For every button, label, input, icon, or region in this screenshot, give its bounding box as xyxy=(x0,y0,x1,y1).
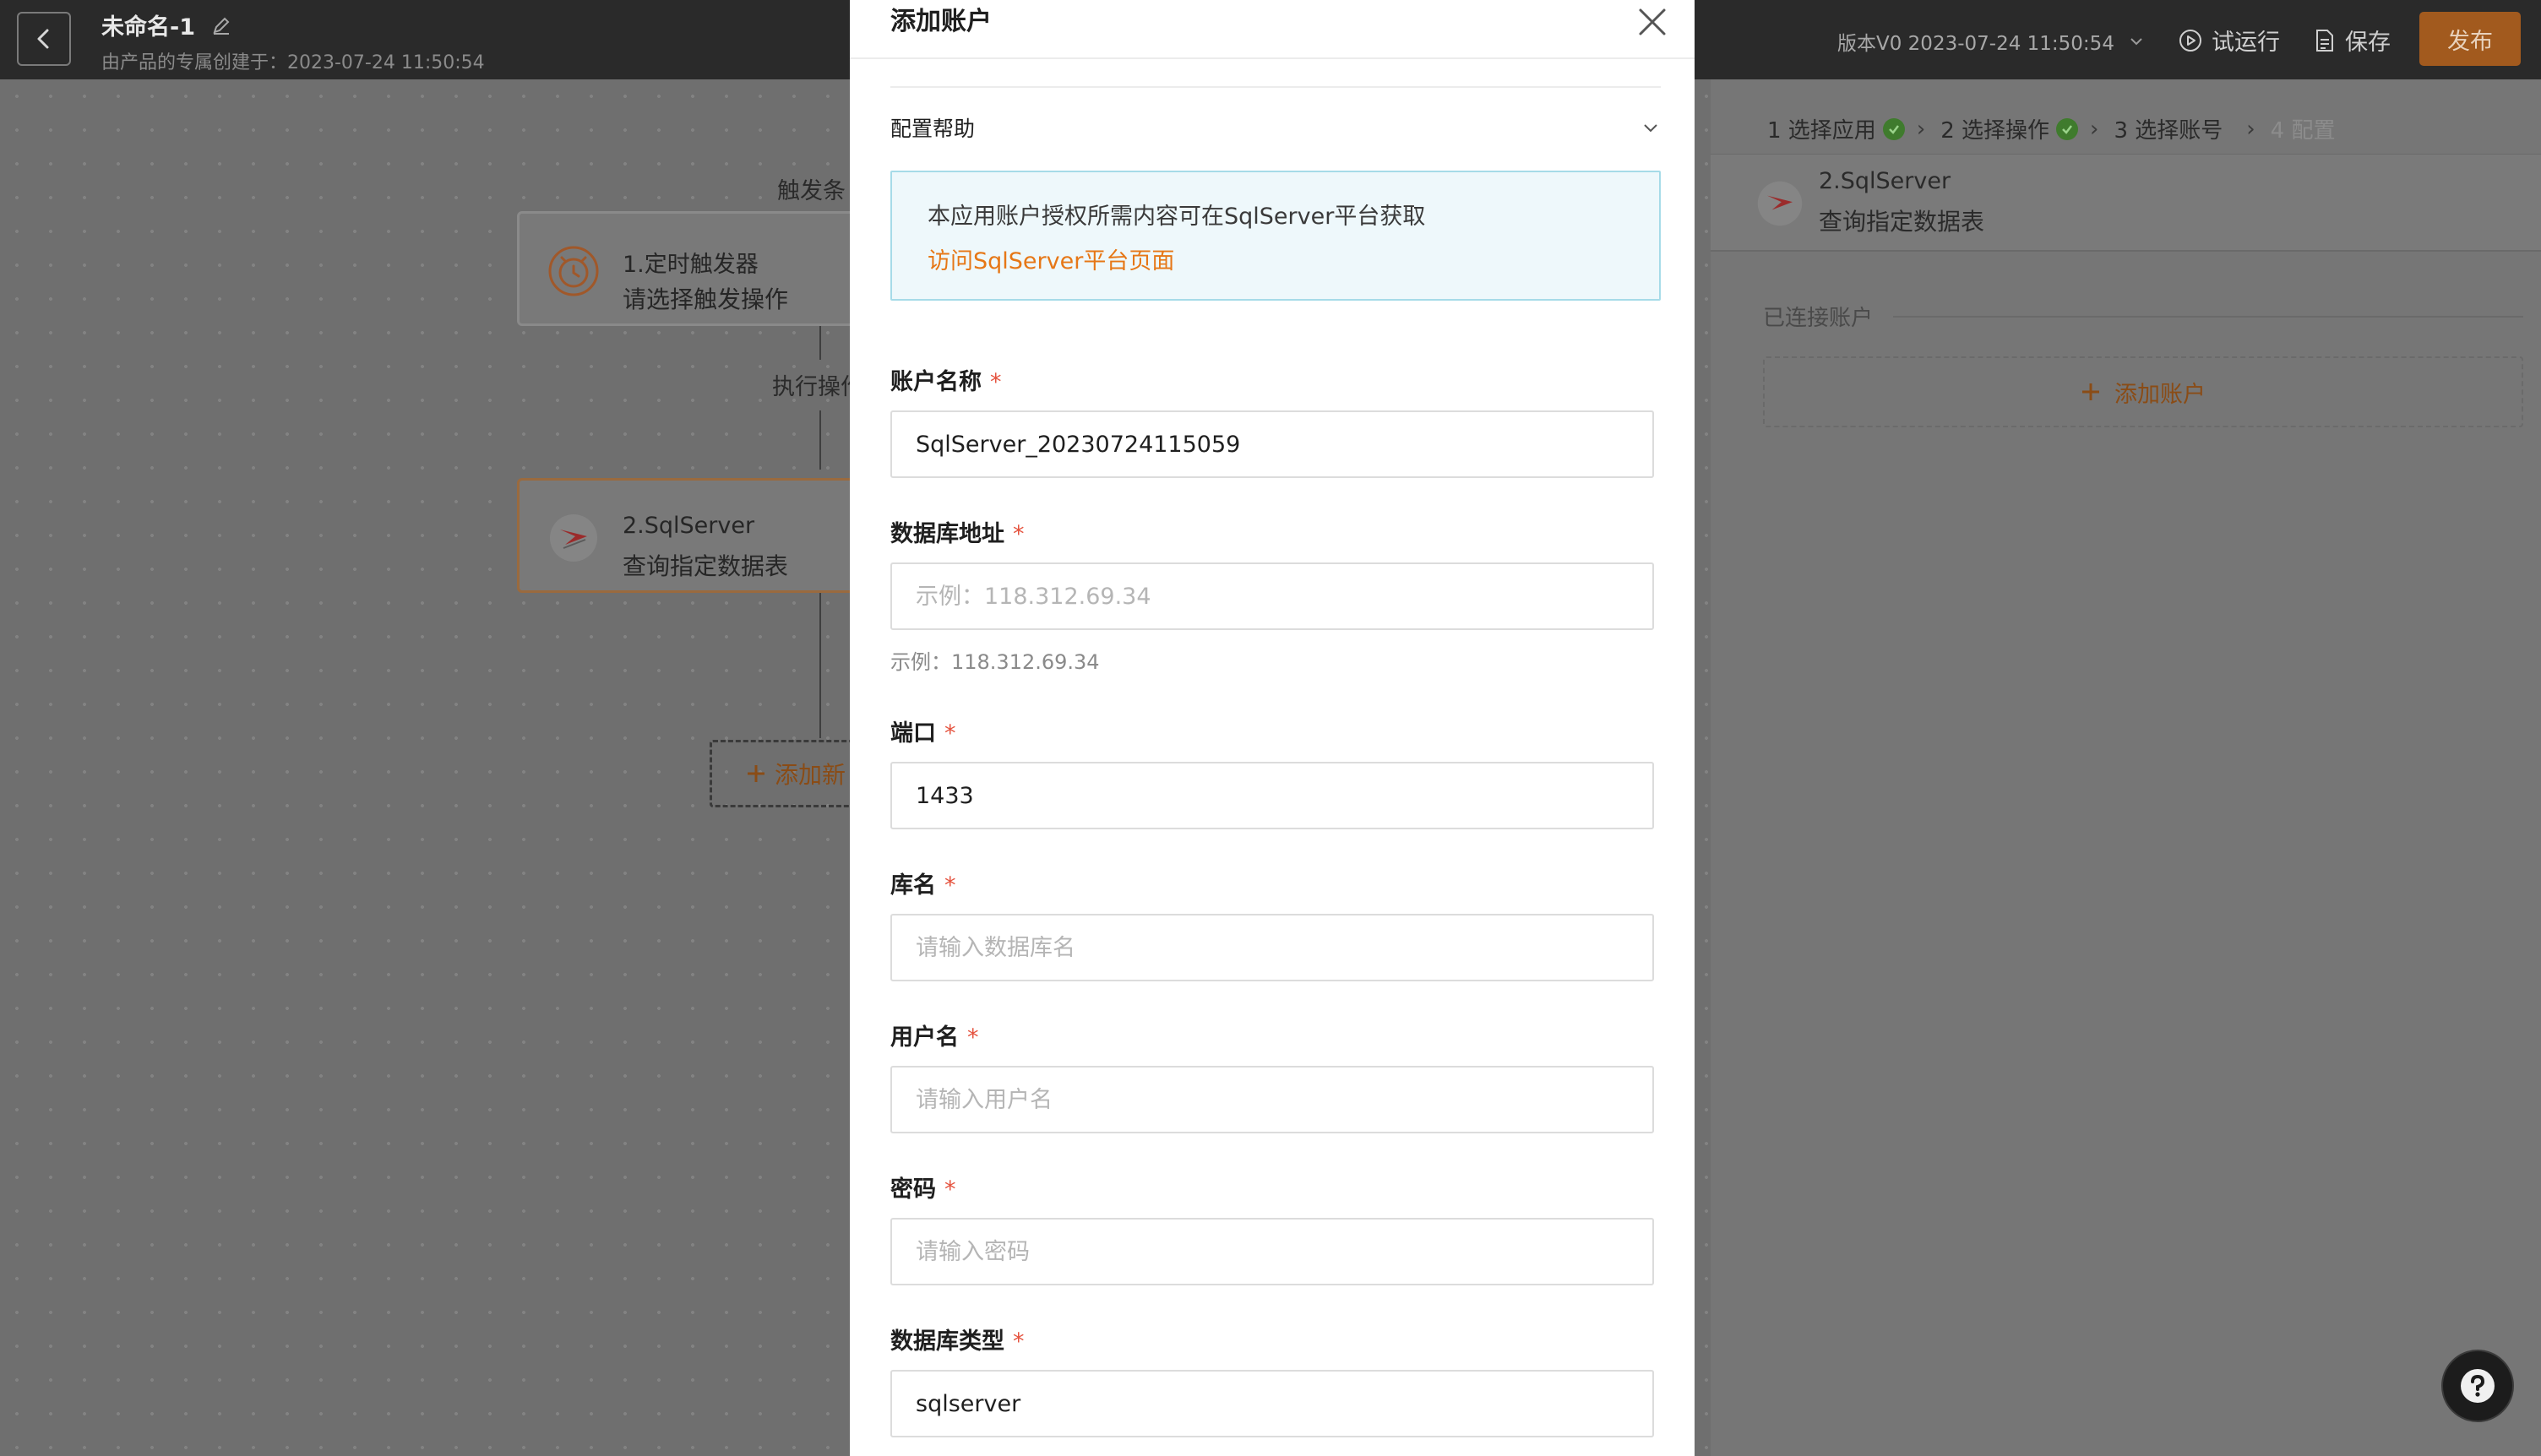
required-mark: * xyxy=(967,1024,979,1051)
divider xyxy=(1893,315,2523,318)
port-input[interactable] xyxy=(890,762,1654,829)
version-label: 版本V0 2023-07-24 11:50:54 xyxy=(1837,33,2114,55)
version-selector[interactable]: 版本V0 2023-07-24 11:50:54 xyxy=(1837,27,2145,56)
step-indicator: 1 选择应用 › 2 选择操作 › 3 选择账号 › 4 配置 xyxy=(1767,98,2335,160)
plus-icon xyxy=(748,765,764,782)
card-subtitle: 查询指定数据表 xyxy=(1819,208,1985,236)
document-icon xyxy=(2316,29,2333,52)
connected-accounts-label: 已连接账户 xyxy=(1763,306,1874,331)
step-select-app[interactable]: 1 选择应用 xyxy=(1767,113,1905,144)
step-select-action[interactable]: 2 选择操作 xyxy=(1940,113,2079,144)
config-help-title: 配置帮助 xyxy=(890,117,976,141)
db-address-input[interactable] xyxy=(890,562,1654,630)
db-name-label-text: 库名 xyxy=(890,872,936,899)
trigger-condition-label: 触发条 xyxy=(777,178,846,204)
check-circle-icon xyxy=(2056,117,2079,140)
account-name-input[interactable] xyxy=(890,410,1654,478)
username-label-text: 用户名 xyxy=(890,1024,959,1051)
save-button[interactable]: 保存 xyxy=(2313,24,2391,57)
config-help-toggle[interactable]: 配置帮助 xyxy=(890,86,1661,167)
test-run-button[interactable]: 试运行 xyxy=(2178,24,2280,57)
db-address-hint: 示例：118.312.69.34 xyxy=(890,650,1100,674)
sqlserver-logo-icon xyxy=(550,514,597,562)
trigger-node-title: 1.定时触发器 xyxy=(623,252,759,278)
db-type-input[interactable] xyxy=(890,1370,1654,1437)
help-button[interactable] xyxy=(2441,1350,2514,1422)
chevron-right-icon: › xyxy=(2246,116,2255,142)
account-name-label: 账户名称 * xyxy=(890,363,1002,396)
required-mark: * xyxy=(990,369,1002,395)
test-run-label: 试运行 xyxy=(2212,30,2280,56)
help-text: 本应用账户授权所需内容可在SqlServer平台获取 xyxy=(928,204,1426,230)
db-name-input[interactable] xyxy=(890,914,1654,981)
sqlserver-node-title: 2.SqlServer xyxy=(623,513,755,539)
port-label-text: 端口 xyxy=(890,720,936,747)
required-mark: * xyxy=(944,872,956,899)
add-account-label: 添加账户 xyxy=(2114,381,2206,408)
chevron-down-icon xyxy=(2130,38,2142,46)
add-account-button[interactable]: 添加账户 xyxy=(1763,356,2523,427)
close-icon[interactable] xyxy=(1634,3,1671,41)
chevron-left-icon xyxy=(37,29,49,49)
step-label: 2 选择操作 xyxy=(1940,118,2050,144)
step-configure: 4 配置 xyxy=(2271,113,2336,144)
alarm-clock-icon xyxy=(548,246,599,296)
chevron-down-icon xyxy=(1644,124,1657,133)
sqlserver-node-subtitle: 查询指定数据表 xyxy=(623,552,789,580)
step-label: 1 选择应用 xyxy=(1767,118,1876,144)
required-mark: * xyxy=(944,1176,956,1203)
connector-line xyxy=(819,326,821,360)
db-name-label: 库名 * xyxy=(890,867,956,899)
document-title: 未命名-1 xyxy=(101,14,195,41)
publish-button[interactable]: 发布 xyxy=(2419,12,2521,66)
required-mark: * xyxy=(1013,1328,1025,1355)
save-label: 保存 xyxy=(2345,30,2391,56)
step-select-account[interactable]: 3 选择账号 xyxy=(2114,113,2223,160)
question-icon xyxy=(2461,1369,2495,1403)
connected-accounts-header: 已连接账户 xyxy=(1763,301,2523,332)
right-panel: 1 选择应用 › 2 选择操作 › 3 选择账号 › 4 配置 2.SqlSer… xyxy=(1711,79,2541,1456)
password-input[interactable] xyxy=(890,1218,1654,1285)
document-subtitle: 由产品的专属创建于：2023-07-24 11:50:54 xyxy=(101,52,485,73)
username-input[interactable] xyxy=(890,1066,1654,1133)
db-type-label: 数据库类型 * xyxy=(890,1323,1025,1355)
trigger-node-subtitle: 请选择触发操作 xyxy=(623,285,789,313)
sqlserver-logo-icon xyxy=(1757,181,1803,226)
check-circle-icon xyxy=(1882,117,1905,140)
sqlserver-node[interactable]: 2.SqlServer 查询指定数据表 xyxy=(517,478,880,593)
add-new-label: 添加新 xyxy=(775,761,846,789)
config-help-panel: 本应用账户授权所需内容可在SqlServer平台获取 访问SqlServer平台… xyxy=(890,171,1661,301)
required-mark: * xyxy=(1013,521,1025,547)
card-title: 2.SqlServer xyxy=(1819,168,1951,194)
db-address-label: 数据库地址 * xyxy=(890,515,1025,548)
password-label: 密码 * xyxy=(890,1171,956,1203)
connector-line xyxy=(819,410,821,470)
account-name-label-text: 账户名称 xyxy=(890,369,982,395)
edit-icon[interactable] xyxy=(210,14,232,36)
db-type-label-text: 数据库类型 xyxy=(890,1328,1004,1355)
username-label: 用户名 * xyxy=(890,1019,979,1051)
add-account-modal: 添加账户 配置帮助 本应用账户授权所需内容可在SqlServer平台获取 访问S… xyxy=(850,0,1695,1456)
document-title-wrap: 未命名-1 xyxy=(101,8,232,41)
modal-header-divider xyxy=(850,57,1695,59)
port-label: 端口 * xyxy=(890,714,956,747)
connector-line xyxy=(819,593,821,738)
trigger-node[interactable]: 1.定时触发器 请选择触发操作 xyxy=(517,211,880,326)
selected-app-card: 2.SqlServer 查询指定数据表 xyxy=(1711,154,2541,252)
chevron-right-icon: › xyxy=(2090,116,2099,142)
play-circle-icon xyxy=(2179,29,2201,52)
chevron-right-icon: › xyxy=(1916,116,1926,142)
required-mark: * xyxy=(944,720,956,747)
password-label-text: 密码 xyxy=(890,1176,936,1203)
back-button[interactable] xyxy=(17,12,71,66)
step-label: 3 选择账号 xyxy=(2114,118,2223,144)
visit-platform-link[interactable]: 访问SqlServer平台页面 xyxy=(928,242,1624,275)
db-address-label-text: 数据库地址 xyxy=(890,521,1004,547)
modal-title: 添加账户 xyxy=(890,7,992,36)
step-label: 4 配置 xyxy=(2270,118,2336,144)
plus-icon xyxy=(2082,383,2099,400)
